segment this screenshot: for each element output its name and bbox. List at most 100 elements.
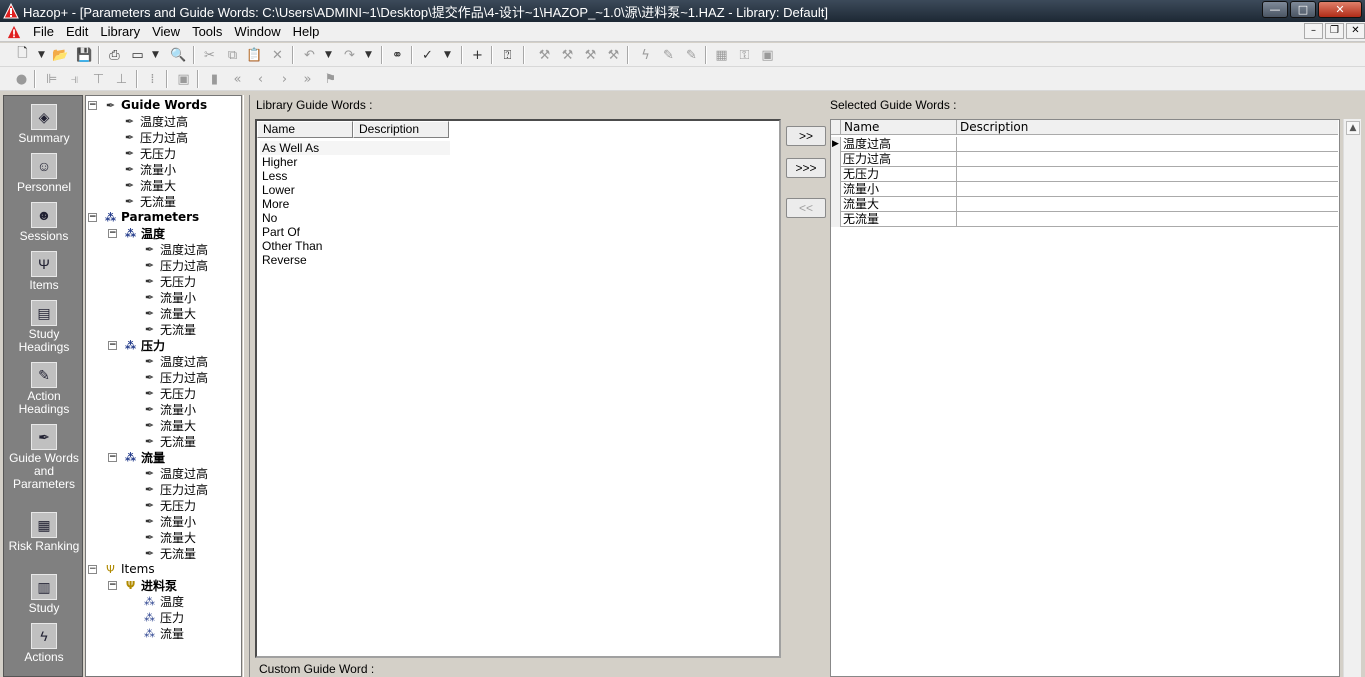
tree-node[interactable]: ✒ 压力过高 xyxy=(142,369,208,385)
nav-study[interactable]: ▥ Study xyxy=(4,574,84,615)
tree-node[interactable]: ✒ 温度过高 xyxy=(142,465,208,481)
cell-name[interactable]: 压力过高 xyxy=(841,152,957,167)
column-header-description[interactable]: Description xyxy=(353,121,449,138)
list-item[interactable]: Less xyxy=(260,169,450,183)
tree-node[interactable]: ✒ 无流量 xyxy=(142,545,196,561)
dots-grid-icon[interactable]: ⁞ xyxy=(144,71,161,87)
scroll-up-icon[interactable]: ▲ xyxy=(1346,121,1360,135)
current-row-indicator-icon[interactable]: ▶ xyxy=(831,137,841,152)
form-icon[interactable]: ▣ xyxy=(759,47,776,63)
mdi-minimize-button[interactable]: – xyxy=(1304,23,1323,39)
menu-edit[interactable]: Edit xyxy=(60,22,94,42)
next-icon[interactable]: › xyxy=(276,71,293,87)
flag-icon[interactable]: ⚑ xyxy=(322,71,339,87)
tree-node[interactable]: ✒ 流量小 xyxy=(142,401,196,417)
tool-d-icon[interactable]: ⚒ xyxy=(605,47,622,63)
add-selected-button[interactable]: >> xyxy=(786,126,826,146)
redo-icon[interactable]: ↷ xyxy=(341,47,358,63)
remove-button[interactable]: << xyxy=(786,198,826,218)
tree-node[interactable]: ✒ 无压力 xyxy=(122,145,176,161)
list-item[interactable]: Higher xyxy=(260,155,450,169)
panel-splitter[interactable] xyxy=(243,95,250,677)
undo-icon[interactable]: ↶ xyxy=(301,47,318,63)
nav-items[interactable]: Ψ Items xyxy=(4,251,84,292)
tree-node[interactable]: ✒ 压力过高 xyxy=(122,129,188,145)
collapse-toggle-icon[interactable]: − xyxy=(108,340,117,350)
action-a-icon[interactable]: ϟ xyxy=(637,47,654,63)
tree-node[interactable]: ✒ 流量小 xyxy=(122,161,176,177)
tree-node[interactable]: ✒ 无流量 xyxy=(142,321,196,337)
menu-file[interactable]: File xyxy=(27,22,60,42)
nav-study-headings[interactable]: ▤ Study Headings xyxy=(4,300,84,354)
nav-actions[interactable]: ϟ Actions xyxy=(4,623,84,664)
tree-node[interactable]: − Ψ 进料泵 xyxy=(108,577,177,593)
row-selector[interactable] xyxy=(831,182,841,197)
tree-node[interactable]: ✒ 无压力 xyxy=(142,497,196,513)
tree-node[interactable]: ✒ 压力过高 xyxy=(142,257,208,273)
list-item[interactable]: Other Than xyxy=(260,239,450,253)
collapse-toggle-icon[interactable]: − xyxy=(108,580,117,590)
tree-node[interactable]: ✒ 流量大 xyxy=(142,305,196,321)
save-icon[interactable]: 💾 xyxy=(76,47,93,63)
tree-node[interactable]: ⁂ 流量 xyxy=(142,625,184,641)
spellcheck-icon[interactable]: ✓ xyxy=(419,47,436,63)
table-row[interactable]: 无压力 xyxy=(831,167,1338,182)
redo-dropdown-icon[interactable]: ▼ xyxy=(360,47,377,63)
tree-node[interactable]: ✒ 压力过高 xyxy=(142,481,208,497)
list-item[interactable]: No xyxy=(260,211,450,225)
collapse-toggle-icon[interactable]: − xyxy=(108,228,117,238)
key-icon[interactable]: ⚿ xyxy=(736,47,753,63)
close-button[interactable]: ✕ xyxy=(1318,1,1362,18)
row-selector[interactable] xyxy=(831,212,841,227)
tree-node[interactable]: ✒ 温度过高 xyxy=(142,353,208,369)
paste-icon[interactable]: 📋 xyxy=(246,47,263,63)
grid-header-name[interactable]: Name xyxy=(841,120,957,135)
undo-dropdown-icon[interactable]: ▼ xyxy=(320,47,337,63)
row-selector[interactable] xyxy=(831,152,841,167)
cell-description[interactable] xyxy=(957,137,1338,152)
frame-icon[interactable]: ▣ xyxy=(175,71,192,87)
menu-view[interactable]: View xyxy=(146,22,186,42)
record-icon[interactable]: ● xyxy=(13,71,30,87)
table-row[interactable]: 无流量 xyxy=(831,212,1338,227)
list-item[interactable]: Part Of xyxy=(260,225,450,239)
menu-window[interactable]: Window xyxy=(228,22,286,42)
vertical-scrollbar[interactable]: ▲ xyxy=(1343,119,1361,677)
copy-icon[interactable]: ⧉ xyxy=(224,47,241,63)
action-b-icon[interactable]: ✎ xyxy=(660,47,677,63)
tree-node[interactable]: ✒ 无压力 xyxy=(142,385,196,401)
minimize-button[interactable]: — xyxy=(1262,1,1288,18)
open-folder-icon[interactable]: 📂 xyxy=(52,47,69,63)
nav-personnel[interactable]: ☺ Personnel xyxy=(4,153,84,194)
menu-library[interactable]: Library xyxy=(94,22,146,42)
tree-node[interactable]: ✒ 流量小 xyxy=(142,289,196,305)
tree-node[interactable]: ⁂ 压力 xyxy=(142,609,184,625)
bookmark-icon[interactable]: ▮ xyxy=(206,71,223,87)
tree-node[interactable]: − ✒ Guide Words xyxy=(88,97,207,113)
tree-node[interactable]: ✒ 温度过高 xyxy=(122,113,188,129)
cut-icon[interactable]: ✂ xyxy=(201,47,218,63)
tree-node[interactable]: − ⁂ 温度 xyxy=(108,225,165,241)
previous-icon[interactable]: ‹ xyxy=(252,71,269,87)
list-item[interactable]: Reverse xyxy=(260,253,450,267)
help-icon[interactable]: ⍰ xyxy=(499,47,516,63)
add-all-button[interactable]: >>> xyxy=(786,158,826,178)
cell-name[interactable]: 温度过高 xyxy=(841,137,957,152)
tree-node[interactable]: ✒ 流量大 xyxy=(122,177,176,193)
align-bottom-icon[interactable]: ⊥ xyxy=(113,71,130,87)
last-icon[interactable]: » xyxy=(299,71,316,87)
nav-action-headings[interactable]: ✎ Action Headings xyxy=(4,362,84,416)
spellcheck-dropdown-icon[interactable]: ▼ xyxy=(439,47,456,63)
tree-node[interactable]: ✒ 流量大 xyxy=(142,417,196,433)
column-header-name[interactable]: Name xyxy=(257,121,353,138)
print-preview-icon[interactable]: 🔍 xyxy=(170,47,187,63)
nav-summary[interactable]: ◈ Summary xyxy=(4,104,84,145)
add-icon[interactable]: + xyxy=(469,47,486,63)
table-row[interactable]: 流量小 xyxy=(831,182,1338,197)
find-binoculars-icon[interactable]: ⚭ xyxy=(389,47,406,63)
align-left-icon[interactable]: ⊫ xyxy=(43,71,60,87)
row-selector[interactable] xyxy=(831,167,841,182)
menu-help[interactable]: Help xyxy=(287,22,326,42)
library-guide-words-list[interactable]: Name Description As Well As Higher Less Low… xyxy=(255,119,781,658)
cell-description[interactable] xyxy=(957,197,1338,212)
